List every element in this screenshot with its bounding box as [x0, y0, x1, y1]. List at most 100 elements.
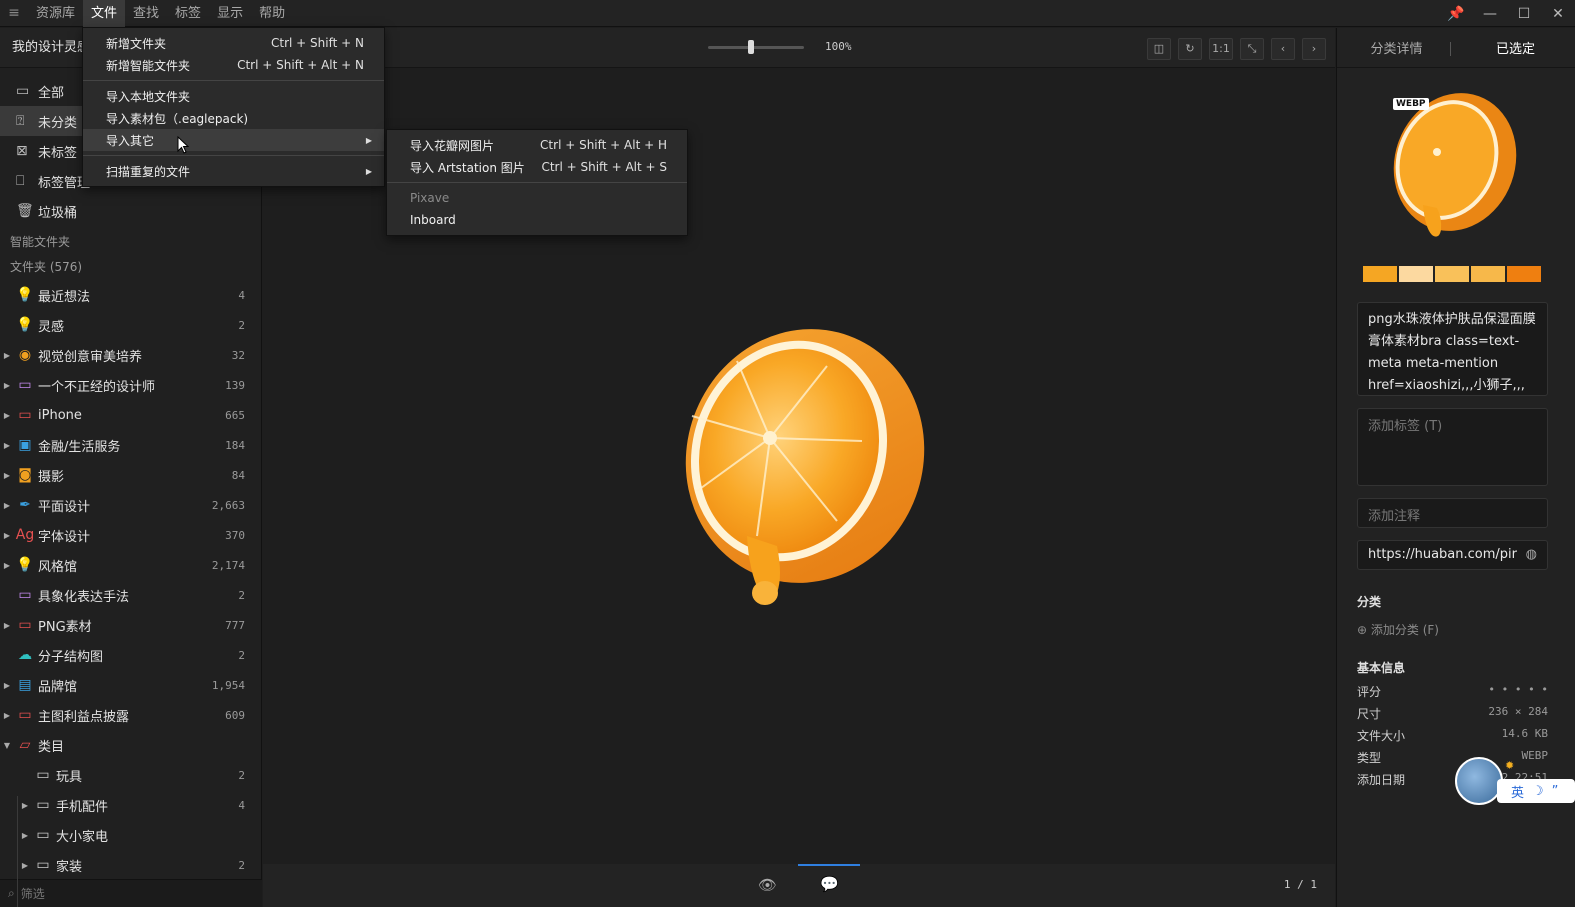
next-icon[interactable]: › [1302, 38, 1326, 60]
folder-item[interactable]: ▭ 具象化表达手法 2 [0, 580, 261, 610]
folder-label: 灵感 [38, 319, 65, 335]
cloud-icon: ☁ [18, 647, 32, 663]
folder-item[interactable]: ▶ ▭ iPhone 665 [0, 400, 261, 430]
prev-icon[interactable]: ‹ [1271, 38, 1295, 60]
expand-arrow-icon[interactable]: ▶ [0, 381, 14, 390]
wallet-icon: ▣ [18, 437, 32, 453]
menu-item[interactable]: 资源库 [28, 0, 83, 27]
menu-item[interactable]: 标签 [167, 0, 209, 27]
menu-item[interactable]: 导入其它 ▶ [83, 129, 384, 151]
menu-item[interactable]: 新增智能文件夹 Ctrl + Shift + Alt + N [83, 54, 384, 76]
expand-arrow-icon[interactable]: ▶ [0, 531, 14, 540]
actual-size-icon[interactable]: 1:1 [1209, 38, 1233, 60]
compare-icon[interactable]: ◫ [1147, 38, 1171, 60]
menu-item[interactable]: Inboard [387, 209, 687, 231]
folder-item[interactable]: ▶ ◙ 摄影 84 [0, 460, 261, 490]
menu-item-label: 导入 Artstation 图片 [410, 160, 525, 175]
minimize-button[interactable]: — [1473, 6, 1507, 22]
expand-arrow-icon[interactable]: ▶ [0, 411, 14, 420]
expand-arrow-icon[interactable]: ▶ [0, 351, 14, 360]
folder-item[interactable]: ▼ ▱ 类目 [0, 730, 261, 760]
menu-shortcut: Ctrl + Shift + N [271, 36, 364, 50]
add-category-label: 添加分类 (F) [1370, 623, 1439, 637]
tags-input[interactable]: 添加标签 (T) [1357, 408, 1548, 486]
expand-arrow-icon[interactable]: ▶ [0, 471, 14, 480]
folder-label: 金融/生活服务 [38, 439, 121, 455]
globe-icon[interactable]: ◍ [1526, 547, 1537, 563]
menu-item[interactable]: 导入素材包（.eaglepack) [83, 107, 384, 129]
ime-widget[interactable]: 英 ☽ ” ✹ [1455, 757, 1575, 805]
info-key: 文件大小 [1357, 729, 1406, 743]
menu-item[interactable]: 帮助 [251, 0, 293, 27]
folder-count: 139 [225, 378, 245, 392]
expand-arrow-icon[interactable]: ▶ [18, 801, 32, 810]
zoom-slider-knob[interactable] [748, 40, 755, 54]
folder-item[interactable]: 💡 最近想法 4 [0, 280, 261, 310]
expand-arrow-icon[interactable]: ▼ [0, 741, 14, 750]
name-field[interactable]: png水珠液体护肤品保湿面膜膏体素材bra class=text-meta me… [1357, 302, 1548, 396]
expand-arrow-icon[interactable]: ▶ [0, 621, 14, 630]
folder-item[interactable]: ▶ ▭ 主图利益点披露 609 [0, 700, 261, 730]
color-swatch[interactable] [1471, 266, 1505, 282]
folder-item[interactable]: ▶ ▭ 家装 2 [0, 850, 261, 880]
folder-item[interactable]: ▶ ▭ 一个不正经的设计师 139 [0, 370, 261, 400]
expand-arrow-icon[interactable]: ▶ [18, 831, 32, 840]
expand-arrow-icon[interactable]: ▶ [18, 861, 32, 870]
tab-category-details[interactable]: 分类详情 [1337, 38, 1456, 57]
menu-item[interactable]: 导入 Artstation 图片 Ctrl + Shift + Alt + S [387, 156, 687, 178]
menu-item[interactable]: 导入花瓣网图片 Ctrl + Shift + Alt + H [387, 134, 687, 156]
note-input[interactable]: 添加注释 [1357, 498, 1548, 528]
sidebar-item[interactable]: 🗑 垃圾桶 [0, 196, 261, 226]
folder-count: 2 [238, 318, 245, 332]
expand-arrow-icon[interactable]: ▶ [0, 681, 14, 690]
maximize-button[interactable]: ☐ [1507, 6, 1541, 22]
folder-icon: ▭ [36, 797, 50, 813]
menu-item[interactable]: 查找 [125, 0, 167, 27]
folder-item[interactable]: ▭ 玩具 2 [0, 760, 261, 790]
fit-icon[interactable]: ⤡ [1240, 38, 1264, 60]
import-submenu: 导入花瓣网图片 Ctrl + Shift + Alt + H 导入 Artstati… [386, 129, 688, 236]
filter-input[interactable]: ⌕ 筛选 [0, 879, 262, 907]
folder-item[interactable]: ▶ ◉ 视觉创意审美培养 32 [0, 340, 261, 370]
pin-icon[interactable]: 📌 [1439, 6, 1473, 22]
expand-arrow-icon[interactable]: ▶ [0, 561, 14, 570]
folder-item[interactable]: 💡 灵感 2 [0, 310, 261, 340]
color-swatch[interactable] [1507, 266, 1541, 282]
folder-item[interactable]: ▶ ✒ 平面设计 2,663 [0, 490, 261, 520]
folders-title[interactable]: 文件夹 (576) [0, 255, 261, 280]
color-palette [1363, 266, 1541, 282]
menu-item-label: Inboard [410, 213, 456, 227]
comment-icon[interactable]: 💬 [820, 875, 839, 893]
color-swatch[interactable] [1399, 266, 1433, 282]
expand-arrow-icon[interactable]: ▶ [0, 441, 14, 450]
color-swatch[interactable] [1363, 266, 1397, 282]
folder-item[interactable]: ▶ 💡 风格馆 2,174 [0, 550, 261, 580]
rotate-icon[interactable]: ↻ [1178, 38, 1202, 60]
folder-item[interactable]: ▶ ▭ 手机配件 4 [0, 790, 261, 820]
expand-arrow-icon[interactable]: ▶ [0, 711, 14, 720]
menu-item[interactable]: 导入本地文件夹 [83, 85, 384, 107]
add-category-button[interactable]: ⊕ 添加分类 (F) [1357, 621, 1439, 638]
menu-item[interactable]: 显示 [209, 0, 251, 27]
menu-item[interactable]: 文件 [83, 0, 126, 27]
url-field[interactable]: https://huaban.com/pir ◍ [1357, 540, 1548, 570]
folder-item[interactable]: ▶ ▣ 金融/生活服务 184 [0, 430, 261, 460]
info-value[interactable]: • • • • • [1488, 683, 1548, 700]
eye-icon[interactable]: 👁 [758, 876, 777, 894]
menu-item[interactable]: 扫描重复的文件 ▶ [83, 160, 384, 182]
menu-item[interactable]: 新增文件夹 Ctrl + Shift + N [83, 32, 384, 54]
preview-thumbnail[interactable] [1387, 90, 1517, 245]
zoom-slider[interactable] [708, 40, 804, 54]
color-swatch[interactable] [1435, 266, 1469, 282]
smart-folders-title[interactable]: 智能文件夹 [0, 230, 261, 255]
expand-arrow-icon[interactable]: ▶ [0, 501, 14, 510]
folder-item[interactable]: ▶ ▭ 大小家电 [0, 820, 261, 850]
folder-item[interactable]: ▶ ▭ PNG素材 777 [0, 610, 261, 640]
folder-item[interactable]: ☁ 分子结构图 2 [0, 640, 261, 670]
folder-item[interactable]: ▶ Ag 字体设计 370 [0, 520, 261, 550]
tab-selected[interactable]: 已选定 [1456, 38, 1575, 57]
hamburger-icon[interactable]: ≡ [0, 5, 28, 21]
close-button[interactable]: ✕ [1541, 6, 1575, 22]
folder-item[interactable]: ▶ ▤ 品牌馆 1,954 [0, 670, 261, 700]
lightbulb-icon: 💡 [16, 317, 34, 333]
